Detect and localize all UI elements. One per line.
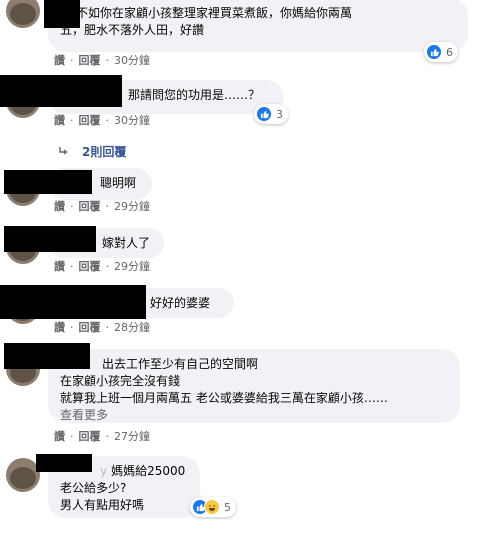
timestamp[interactable]: 29分鐘 [114,200,150,213]
reply-button[interactable]: 回覆 [79,430,101,443]
like-button[interactable]: 讚 [54,430,65,443]
reply-button[interactable]: 回覆 [79,54,101,67]
like-button[interactable]: 讚 [54,321,65,334]
reply-button[interactable]: 回覆 [79,200,101,213]
timestamp[interactable]: 28分鐘 [114,321,150,334]
reaction-summary[interactable]: 5 [190,497,236,517]
reply-arrow-icon [58,145,68,159]
comment-text-line: 五，肥水不落外人田，好讚 [60,23,205,37]
avatar[interactable] [6,458,40,492]
redacted-name [4,343,90,369]
comment-meta: 讚 · 回覆 · 30分鐘 [54,114,150,127]
reaction-count: 5 [224,500,231,514]
redacted-name [0,285,146,319]
haha-icon [204,499,220,515]
like-button[interactable]: 讚 [54,114,65,127]
reply-button[interactable]: 回覆 [79,114,101,127]
reaction-summary[interactable]: 6 [424,42,458,62]
like-icon [426,44,442,60]
comment-text-line: 男人有點用好嗎 [60,498,145,512]
comment-text-line: 就算我上班一個月兩萬五 老公或婆婆給我三萬在家顧小孩…… [60,391,388,405]
comment-text-line: 出去工作至少有自己的空間啊 [102,357,259,371]
redacted-name [44,0,80,28]
comment-bubble: 林不如你在家顧小孩整理家裡買菜煮飯，你媽給你兩萬 五，肥水不落外人田，好讚 [48,0,468,52]
like-button[interactable]: 讚 [54,54,65,67]
comment-meta: 讚 · 回覆 · 29分鐘 [54,200,150,213]
replies-count: 2則回覆 [82,145,127,159]
reaction-summary[interactable]: 3 [254,104,288,124]
like-button[interactable]: 讚 [54,200,65,213]
reply-button[interactable]: 回覆 [79,260,101,273]
redacted-name [4,226,96,252]
timestamp[interactable]: 30分鐘 [114,54,150,67]
timestamp[interactable]: 30分鐘 [114,114,150,127]
like-button[interactable]: 讚 [54,260,65,273]
timestamp[interactable]: 29分鐘 [114,260,150,273]
reply-button[interactable]: 回覆 [79,321,101,334]
comment-text-line: 老公給多少? [60,481,127,495]
reaction-count: 3 [276,107,283,121]
comment-bubble: 出去工作至少有自己的空間啊 在家顧小孩完全沒有錢 就算我上班一個月兩萬五 老公或… [48,349,460,423]
see-more-link[interactable]: 查看更多 [60,407,448,423]
reaction-count: 6 [446,45,453,59]
comment-text-line: 媽媽給25000 [111,464,186,478]
view-replies-link[interactable]: 2則回覆 [58,143,126,160]
comment-text-line: 在家顧小孩完全沒有錢 [60,374,181,388]
redacted-name [0,75,122,107]
redacted-name [4,170,92,194]
comment-meta: 讚 · 回覆 · 29分鐘 [54,260,150,273]
avatar[interactable] [6,0,40,28]
comment-meta: 讚 · 回覆 · 27分鐘 [54,430,150,443]
redacted-name [36,454,92,472]
commenter-name[interactable]: y [100,464,107,478]
comment-meta: 讚 · 回覆 · 30分鐘 [54,54,150,67]
like-icon [256,106,272,122]
comment-text-line: 不如你在家顧小孩整理家裡買菜煮飯，你媽給你兩萬 [76,6,353,20]
timestamp[interactable]: 27分鐘 [114,430,150,443]
comment-meta: 讚 · 回覆 · 28分鐘 [54,321,150,334]
